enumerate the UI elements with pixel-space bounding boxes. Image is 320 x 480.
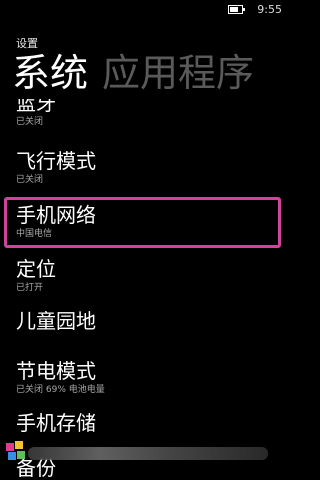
list-item-title: 定位 — [16, 257, 56, 281]
list-item-subtitle: 已关闭 — [16, 117, 44, 127]
battery-icon — [228, 5, 245, 14]
selection-highlight — [4, 197, 281, 248]
list-item-battery-saver[interactable]: 节电模式 已关闭 69% 电池电量 — [16, 359, 276, 396]
watermark-logo — [6, 441, 28, 465]
list-item-subtitle: 已关闭 — [16, 175, 44, 185]
list-item-subtitle: 已关闭 69% 电池电量 — [16, 385, 105, 395]
status-bar: 9:55 — [0, 0, 288, 20]
list-item-kids-corner[interactable]: 儿童园地 — [16, 309, 276, 334]
pivot-applications[interactable]: 应用程序 — [102, 51, 254, 95]
list-item-title: 节电模式 — [16, 359, 96, 383]
list-item-phone-storage[interactable]: 手机存储 — [16, 411, 276, 436]
list-item-title: 儿童园地 — [16, 309, 96, 333]
list-item-title: 飞行模式 — [16, 149, 96, 173]
pivot-system[interactable]: 系统 — [12, 51, 88, 95]
list-item-bluetooth[interactable]: 蓝牙 已关闭 — [16, 99, 276, 128]
settings-list: 蓝牙 已关闭 飞行模式 已关闭 手机网络 中国电信 定位 已打开 儿童园地 节电… — [0, 99, 288, 480]
list-item-title: 蓝牙 — [16, 99, 56, 115]
pivot-header: 系统 应用程序 — [12, 50, 254, 96]
list-item-location[interactable]: 定位 已打开 — [16, 257, 276, 294]
watermark-text — [28, 447, 268, 460]
list-item-subtitle: 已打开 — [16, 283, 44, 293]
list-item-title: 手机存储 — [16, 411, 96, 435]
clock: 9:55 — [257, 3, 282, 16]
app-title: 设置 — [16, 37, 38, 50]
list-item-airplane-mode[interactable]: 飞行模式 已关闭 — [16, 149, 276, 186]
